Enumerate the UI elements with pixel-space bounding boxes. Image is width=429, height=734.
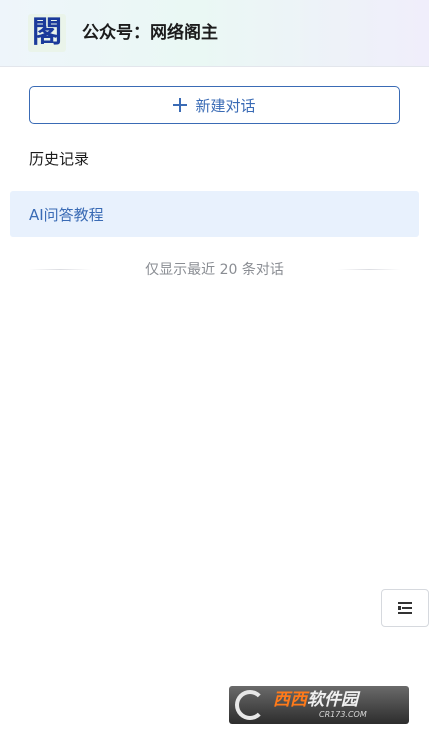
watermark-orange: 西西 [273, 689, 307, 710]
watermark-sub: CR173.COM [319, 709, 367, 719]
plus-icon [173, 98, 188, 112]
history-item-label: AI问答教程 [29, 205, 104, 224]
watermark-logo: 西西软件园 CR173.COM [229, 686, 409, 724]
brand-title: 公众号：网络阁主 [82, 23, 218, 43]
menu-toggle-button[interactable] [381, 589, 429, 627]
menu-list-icon [398, 602, 412, 614]
history-limit-notice: 仅显示最近 20 条对话 [29, 257, 400, 281]
limit-notice-text: 仅显示最近 20 条对话 [145, 262, 284, 278]
divider-right [338, 268, 400, 270]
new-chat-label: 新建对话 [195, 96, 256, 115]
watermark-c-icon [235, 690, 265, 720]
divider-left [29, 268, 91, 270]
watermark-white: 软件园 [307, 689, 358, 710]
new-chat-button[interactable]: 新建对话 [29, 86, 400, 124]
brand-logo: 閣 [28, 14, 66, 52]
history-item[interactable]: AI问答教程 [10, 191, 419, 237]
app-header: 閣 公众号：网络阁主 [0, 0, 429, 67]
history-section-title: 历史记录 [29, 150, 90, 168]
